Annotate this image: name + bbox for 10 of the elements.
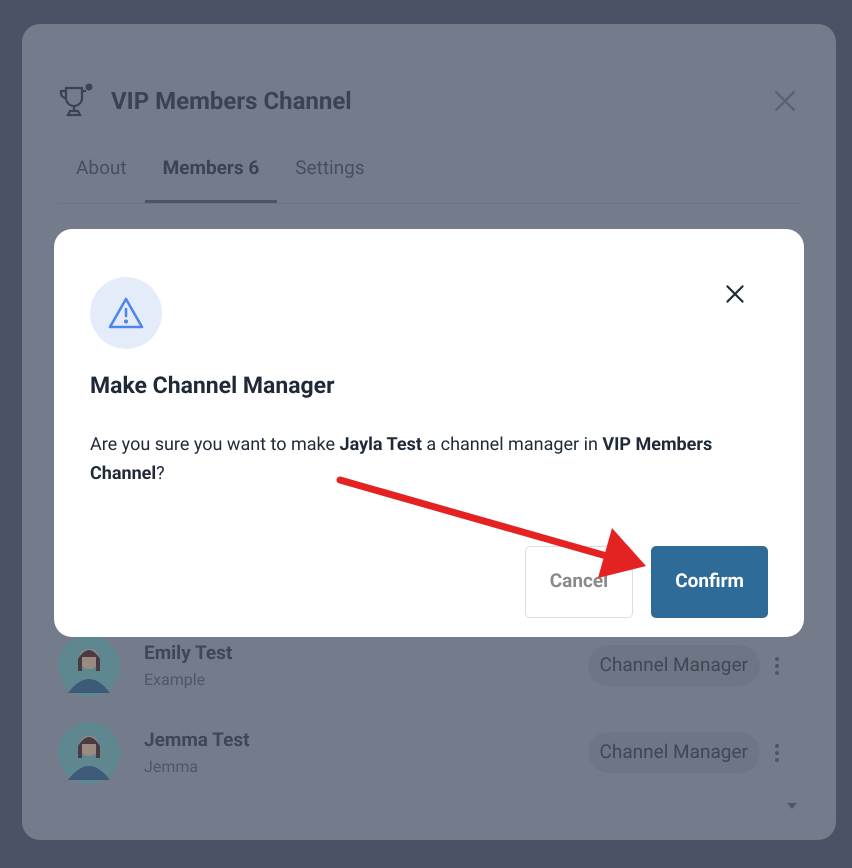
more-options-icon[interactable] <box>774 656 780 676</box>
more-options-icon[interactable] <box>774 742 780 762</box>
chevron-down-icon[interactable] <box>786 802 798 810</box>
dialog-title: Make Channel Manager <box>90 371 336 401</box>
dialog-message: Are you sure you want to make Jayla Test a channel manager in VIP Members Channel? <box>90 432 714 486</box>
tab[interactable]: Members 6 <box>144 154 278 202</box>
channel-title: VIP Members Channel <box>111 86 352 117</box>
confirm-button[interactable]: Confirm <box>651 546 768 618</box>
avatar <box>58 634 120 696</box>
avatar <box>58 722 120 784</box>
